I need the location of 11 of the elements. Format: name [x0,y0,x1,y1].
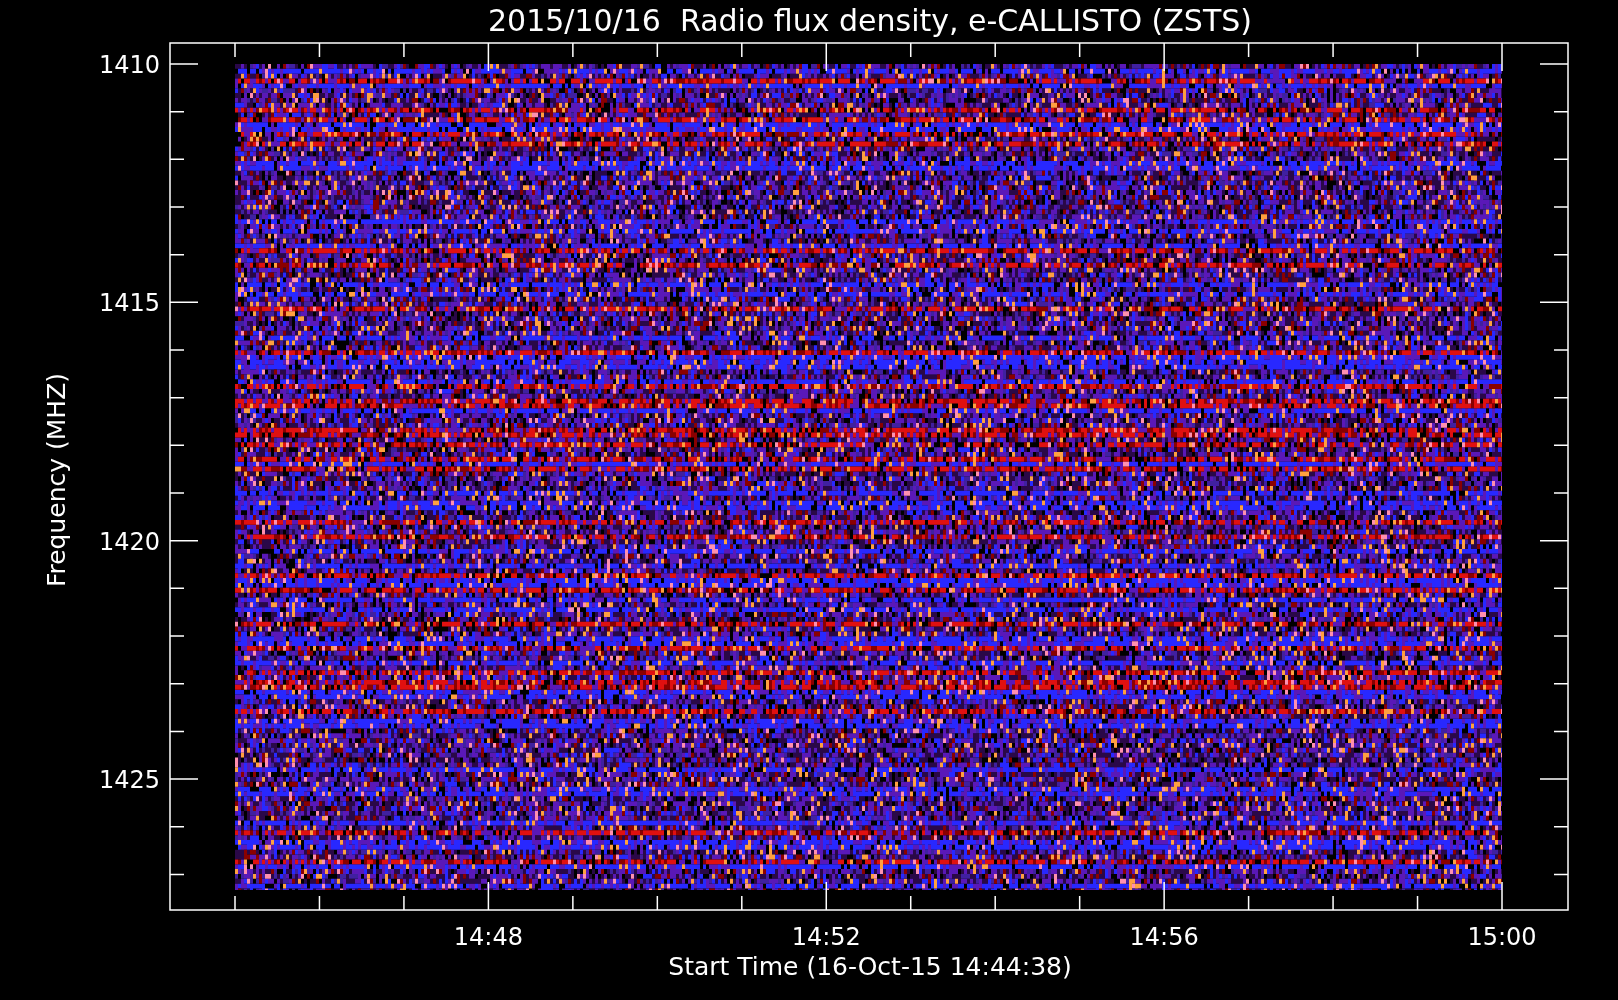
axis-label: Frequency (MHZ) [42,372,71,588]
tick-label: 14:52 [791,923,861,951]
tick-label: 1425 [98,766,160,795]
tick-label: 14:48 [453,923,523,951]
tick-label: 14:56 [1129,923,1199,951]
tick-label: 1420 [98,527,160,556]
tick-label: 1415 [98,289,160,318]
axis-label: Start Time (16-Oct-15 14:44:38) [668,952,1072,981]
tick-label: 15:00 [1467,923,1537,951]
plot-title: 2015/10/16 Radio flux density, e-CALLISTO (ZSTS) [488,3,1252,38]
tick-label: 1410 [98,51,160,79]
